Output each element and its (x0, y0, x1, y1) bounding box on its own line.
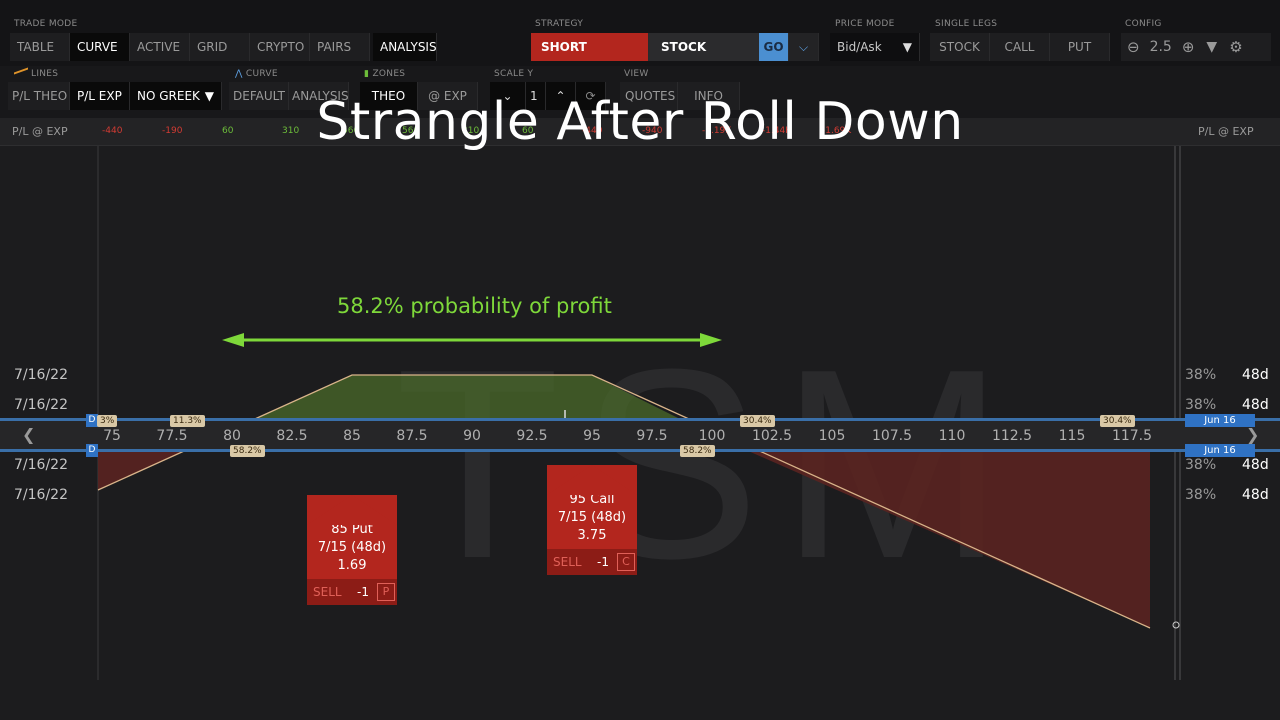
probability-tag: 58.2% (680, 445, 715, 457)
card-footer: SELL -1 P (307, 579, 397, 605)
strike-label: 112.5 (991, 428, 1033, 444)
strike-label: 107.5 (871, 428, 913, 444)
iv-percent: 38% (1185, 367, 1217, 383)
leg-action[interactable]: SELL (553, 555, 597, 569)
loss-zone-right (712, 435, 1150, 628)
strike-label: 75 (103, 428, 121, 444)
arrow-right-head (700, 333, 722, 347)
probability-tag: 11.3% (170, 415, 205, 427)
probability-tag: 58.2% (230, 445, 265, 457)
date-label: 7/16/22 (14, 487, 68, 503)
card-pointer (547, 465, 637, 495)
iv-percent: 38% (1185, 457, 1217, 473)
expiration-tag[interactable]: Jun 16 (1185, 444, 1255, 457)
call-leg-card[interactable]: 95 Call 7/15 (48d) 3.75 SELL -1 C (547, 465, 637, 575)
strike-label: 97.5 (636, 428, 668, 444)
probability-tag: 30.4% (740, 415, 775, 427)
days-to-exp: 48d (1242, 457, 1269, 473)
scroll-right-icon[interactable]: ❯ (1246, 425, 1259, 444)
strike-label: 80 (223, 428, 241, 444)
curve-end-marker (1172, 621, 1180, 629)
strike-label: 117.5 (1111, 428, 1153, 444)
strike-label: 105 (818, 428, 846, 444)
d-badge-bottom[interactable]: D (86, 444, 98, 457)
days-to-exp: 48d (1242, 487, 1269, 503)
strike-label: 100 (698, 428, 726, 444)
strike-label: 82.5 (276, 428, 308, 444)
strike-label: 92.5 (516, 428, 548, 444)
date-label: 7/16/22 (14, 367, 68, 383)
card-pointer (307, 495, 397, 525)
leg-action[interactable]: SELL (313, 585, 357, 599)
leg-type-badge[interactable]: C (617, 553, 635, 571)
days-to-exp: 48d (1242, 367, 1269, 383)
probability-tag: 3% (97, 415, 118, 427)
strike-label: 90 (463, 428, 481, 444)
iv-percent: 38% (1185, 487, 1217, 503)
days-to-exp: 48d (1242, 397, 1269, 413)
scroll-left-icon[interactable]: ❮ (22, 425, 35, 444)
strike-label: 87.5 (396, 428, 428, 444)
date-label: 7/16/22 (14, 397, 68, 413)
put-leg-card[interactable]: 85 Put 7/15 (48d) 1.69 SELL -1 P (307, 495, 397, 605)
strike-label: 102.5 (751, 428, 793, 444)
strike-label: 115 (1058, 428, 1086, 444)
probability-text: 58.2% probability of profit (337, 294, 612, 318)
date-label: 7/16/22 (14, 457, 68, 473)
expiration-tag[interactable]: Jun 16 (1185, 414, 1255, 427)
leg-expiry: 7/15 (48d) (557, 510, 627, 525)
strike-label: 110 (938, 428, 966, 444)
strike-label: 77.5 (156, 428, 188, 444)
leg-price: 1.69 (337, 558, 367, 573)
leg-price: 3.75 (577, 528, 607, 543)
strike-label: 95 (583, 428, 601, 444)
leg-expiry: 7/15 (48d) (317, 540, 387, 555)
strike-label: 85 (343, 428, 361, 444)
axis-bottom-border (0, 450, 1280, 452)
leg-quantity[interactable]: -1 (357, 585, 377, 599)
leg-type-badge[interactable]: P (377, 583, 395, 601)
iv-percent: 38% (1185, 397, 1217, 413)
slide-title: Strangle After Roll Down (316, 92, 964, 152)
card-footer: SELL -1 C (547, 549, 637, 575)
probability-tag: 30.4% (1100, 415, 1135, 427)
leg-quantity[interactable]: -1 (597, 555, 617, 569)
arrow-left-head (222, 333, 244, 347)
